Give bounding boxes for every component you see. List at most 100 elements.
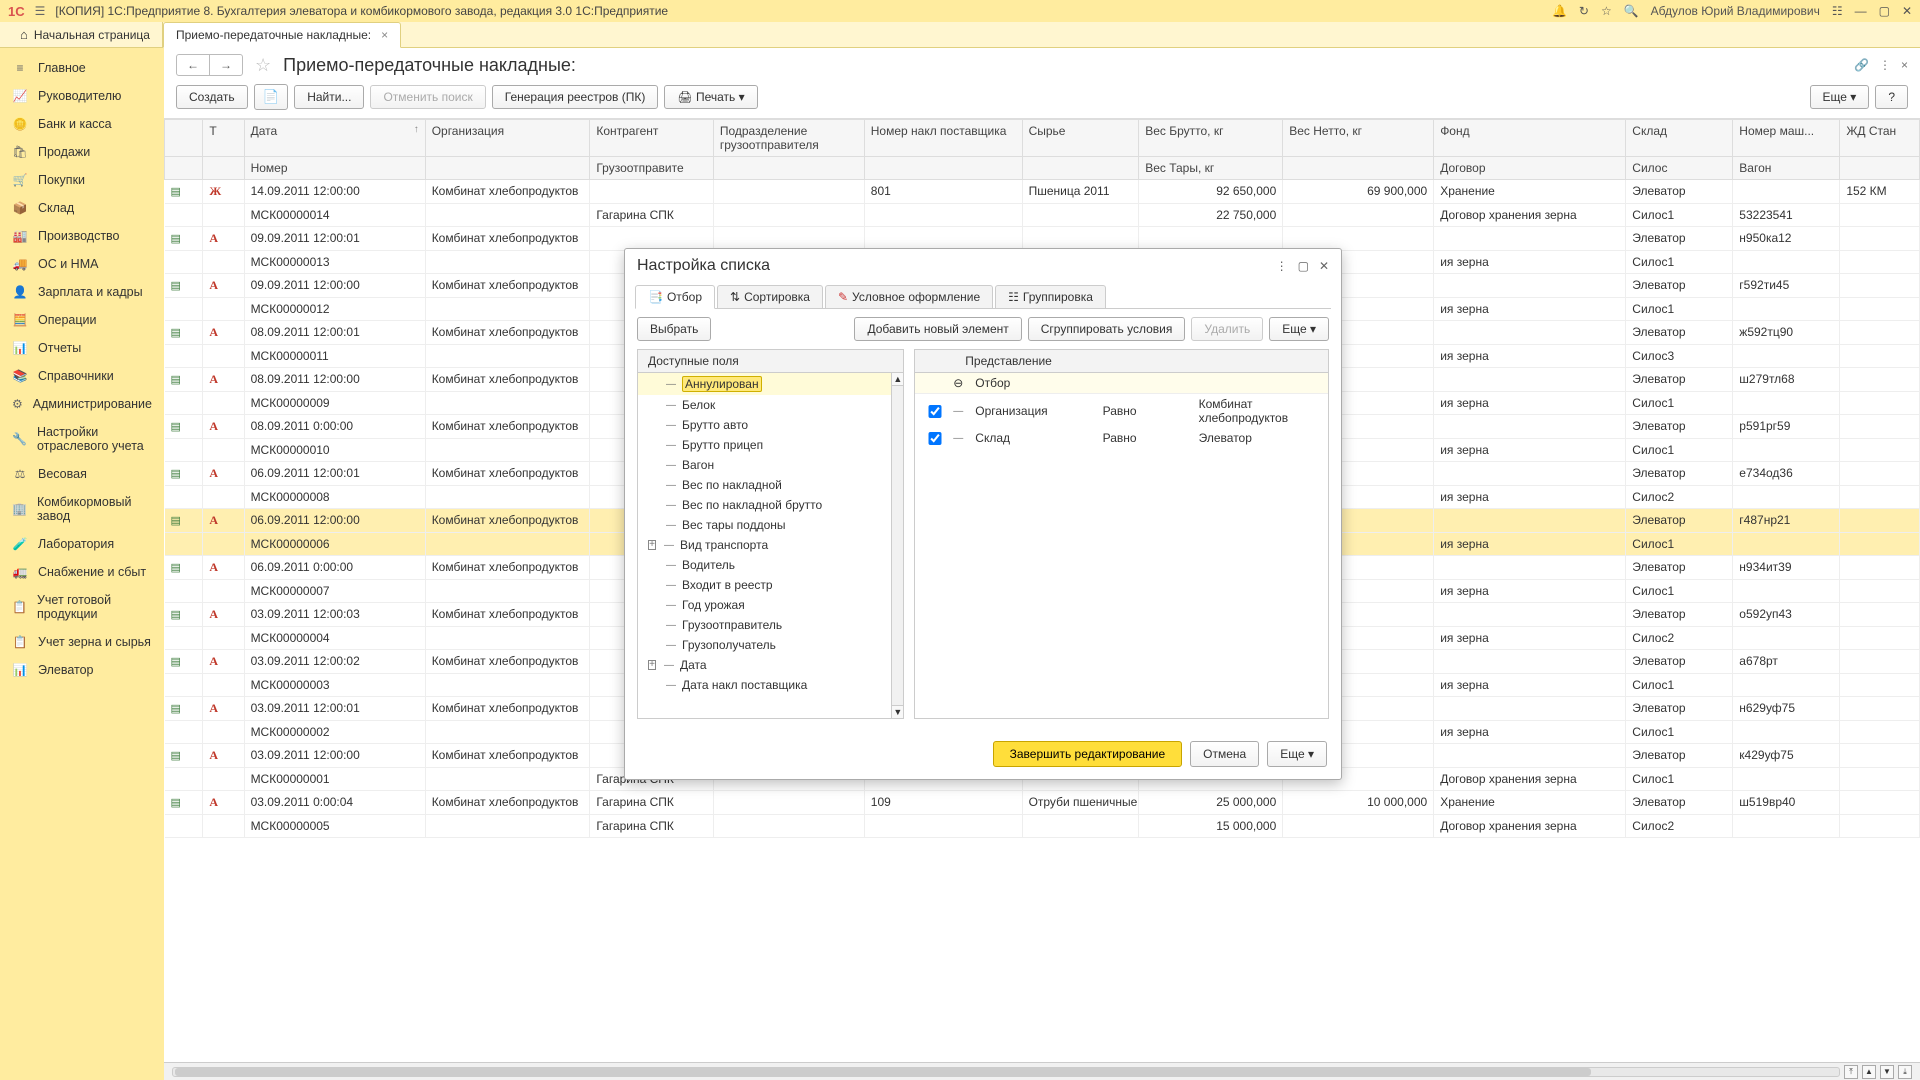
available-field[interactable]: —Брутто прицеп	[638, 435, 891, 455]
col-header[interactable]: Т	[203, 120, 244, 157]
available-field[interactable]: —Входит в реестр	[638, 575, 891, 595]
copy-button[interactable]: 📄	[254, 84, 289, 110]
available-field[interactable]: —Вес по накладной брутто	[638, 495, 891, 515]
delete-button[interactable]: Удалить	[1191, 317, 1263, 341]
settings-icon[interactable]: ☷	[1832, 4, 1843, 18]
expand-icon[interactable]: +	[648, 660, 656, 670]
sidebar-item-16[interactable]: 🧪Лаборатория	[0, 530, 164, 558]
col-subheader[interactable]	[1283, 157, 1434, 180]
available-field[interactable]: +—Дата	[638, 655, 891, 675]
nav-forward-icon[interactable]: →	[210, 55, 242, 75]
cancel-button[interactable]: Отмена	[1190, 741, 1259, 767]
tab-sorting[interactable]: ⇅ Сортировка	[717, 285, 823, 308]
horizontal-scrollbar[interactable]: ⤒ ▲ ▼ ⤓	[164, 1062, 1920, 1080]
sidebar-item-2[interactable]: 🪙Банк и касса	[0, 110, 164, 138]
col-header[interactable]: Контрагент	[590, 120, 713, 157]
col-subheader[interactable]: Номер	[244, 157, 425, 180]
sidebar-item-0[interactable]: ≡Главное	[0, 54, 164, 82]
tab-conditional[interactable]: ✎ Условное оформление	[825, 285, 993, 308]
sidebar-item-8[interactable]: 👤Зарплата и кадры	[0, 278, 164, 306]
sidebar-item-7[interactable]: 🚚ОС и НМА	[0, 250, 164, 278]
col-header[interactable]: Склад	[1626, 120, 1733, 157]
col-header[interactable]: Вес Нетто, кг	[1283, 120, 1434, 157]
col-subheader[interactable]	[165, 157, 203, 180]
col-subheader[interactable]	[713, 157, 864, 180]
sidebar-item-9[interactable]: 🧮Операции	[0, 306, 164, 334]
tab-grouping[interactable]: ☷ Группировка	[995, 285, 1106, 308]
table-row-sub[interactable]: МСК00000005Гагарина СПК15 000,000Договор…	[165, 815, 1920, 838]
tab-selection[interactable]: 📑 Отбор	[635, 285, 715, 309]
col-header[interactable]: ЖД Стан	[1840, 120, 1920, 157]
available-fields-list[interactable]: —Аннулирован—Белок—Брутто авто—Брутто пр…	[638, 373, 891, 718]
col-subheader[interactable]: Грузоотправите	[590, 157, 713, 180]
more-button[interactable]: Еще ▾	[1810, 85, 1870, 109]
expand-icon[interactable]: +	[648, 540, 656, 550]
col-header[interactable]: Вес Брутто, кг	[1139, 120, 1283, 157]
col-subheader[interactable]: Договор	[1434, 157, 1626, 180]
search-icon[interactable]: 🔍	[1624, 4, 1639, 18]
print-button[interactable]: 🖨 Печать ▾	[664, 85, 757, 109]
more-icon[interactable]: ⋮	[1879, 58, 1891, 72]
available-field[interactable]: —Дата накл поставщика	[638, 675, 891, 695]
table-row-sub[interactable]: МСК00000014Гагарина СПК22 750,000Договор…	[165, 204, 1920, 227]
table-row[interactable]: ▤Ж14.09.2011 12:00:00Комбинат хлебопроду…	[165, 180, 1920, 204]
condition-checkbox[interactable]	[923, 432, 947, 445]
col-header[interactable]: Дата↑	[244, 120, 425, 157]
tab-invoices[interactable]: Приемо-передаточные накладные: ×	[163, 22, 401, 48]
col-header[interactable]: Организация	[425, 120, 590, 157]
list-scrollbar[interactable]: ▲▼	[891, 373, 903, 718]
col-header[interactable]: Номер маш...	[1733, 120, 1840, 157]
col-subheader[interactable]	[203, 157, 244, 180]
col-subheader[interactable]	[425, 157, 590, 180]
sidebar-item-20[interactable]: 📊Элеватор	[0, 656, 164, 684]
col-subheader[interactable]	[864, 157, 1022, 180]
available-field[interactable]: —Год урожая	[638, 595, 891, 615]
available-field[interactable]: —Вес по накладной	[638, 475, 891, 495]
scroll-top-icon[interactable]: ⤒	[1844, 1065, 1858, 1079]
condition-row[interactable]: —ОрганизацияРавноКомбинат хлебопродуктов	[915, 394, 1328, 428]
available-field[interactable]: —Аннулирован	[638, 373, 891, 395]
favorite-icon[interactable]: ☆	[255, 55, 271, 76]
available-field[interactable]: +—Вид транспорта	[638, 535, 891, 555]
col-header[interactable]	[165, 120, 203, 157]
col-header[interactable]: Фонд	[1434, 120, 1626, 157]
select-button[interactable]: Выбрать	[637, 317, 711, 341]
add-element-button[interactable]: Добавить новый элемент	[854, 317, 1021, 341]
close-page-icon[interactable]: ×	[1901, 58, 1908, 72]
group-conditions-button[interactable]: Сгруппировать условия	[1028, 317, 1186, 341]
link-icon[interactable]: 🔗	[1854, 58, 1869, 72]
dialog-maximize-icon[interactable]: ▢	[1298, 259, 1309, 273]
dialog-more-button[interactable]: Еще ▾	[1269, 317, 1329, 341]
sidebar-item-19[interactable]: 📋Учет зерна и сырья	[0, 628, 164, 656]
conditions-list[interactable]: ⊖Отбор —ОрганизацияРавноКомбинат хлебопр…	[915, 373, 1328, 718]
col-header[interactable]: Номер накл поставщика	[864, 120, 1022, 157]
available-field[interactable]: —Грузоотправитель	[638, 615, 891, 635]
condition-row[interactable]: —СкладРавноЭлеватор	[915, 428, 1328, 448]
cancel-find-button[interactable]: Отменить поиск	[370, 85, 485, 109]
history-icon[interactable]: ↻	[1579, 4, 1589, 18]
sidebar-item-6[interactable]: 🏭Производство	[0, 222, 164, 250]
table-row[interactable]: ▤А03.09.2011 0:00:04Комбинат хлебопродук…	[165, 791, 1920, 815]
scroll-up-icon[interactable]: ▲	[1862, 1065, 1876, 1079]
generate-button[interactable]: Генерация реестров (ПК)	[492, 85, 659, 109]
footer-more-button[interactable]: Еще ▾	[1267, 741, 1327, 767]
sidebar-item-14[interactable]: ⚖Весовая	[0, 460, 164, 488]
sidebar-item-4[interactable]: 🛒Покупки	[0, 166, 164, 194]
minimize-icon[interactable]: —	[1855, 4, 1867, 18]
condition-root[interactable]: ⊖Отбор	[915, 373, 1328, 394]
maximize-icon[interactable]: ▢	[1879, 4, 1890, 18]
col-subheader[interactable]: Вагон	[1733, 157, 1840, 180]
user-name[interactable]: Абдулов Юрий Владимирович	[1651, 4, 1820, 18]
sidebar-item-13[interactable]: 🔧Настройки отраслевого учета	[0, 418, 164, 460]
nav-back-icon[interactable]: ←	[177, 55, 210, 75]
available-field[interactable]: —Брутто авто	[638, 415, 891, 435]
sidebar-item-5[interactable]: 📦Склад	[0, 194, 164, 222]
create-button[interactable]: Создать	[176, 85, 248, 109]
dialog-close-icon[interactable]: ✕	[1319, 259, 1329, 273]
condition-checkbox[interactable]	[923, 405, 947, 418]
find-button[interactable]: Найти...	[294, 85, 364, 109]
col-header[interactable]: Подразделение грузоотправителя	[713, 120, 864, 157]
sidebar-item-12[interactable]: ⚙Администрирование	[0, 390, 164, 418]
col-subheader[interactable]	[1840, 157, 1920, 180]
tab-home[interactable]: ⌂ Начальная страница	[8, 22, 163, 47]
